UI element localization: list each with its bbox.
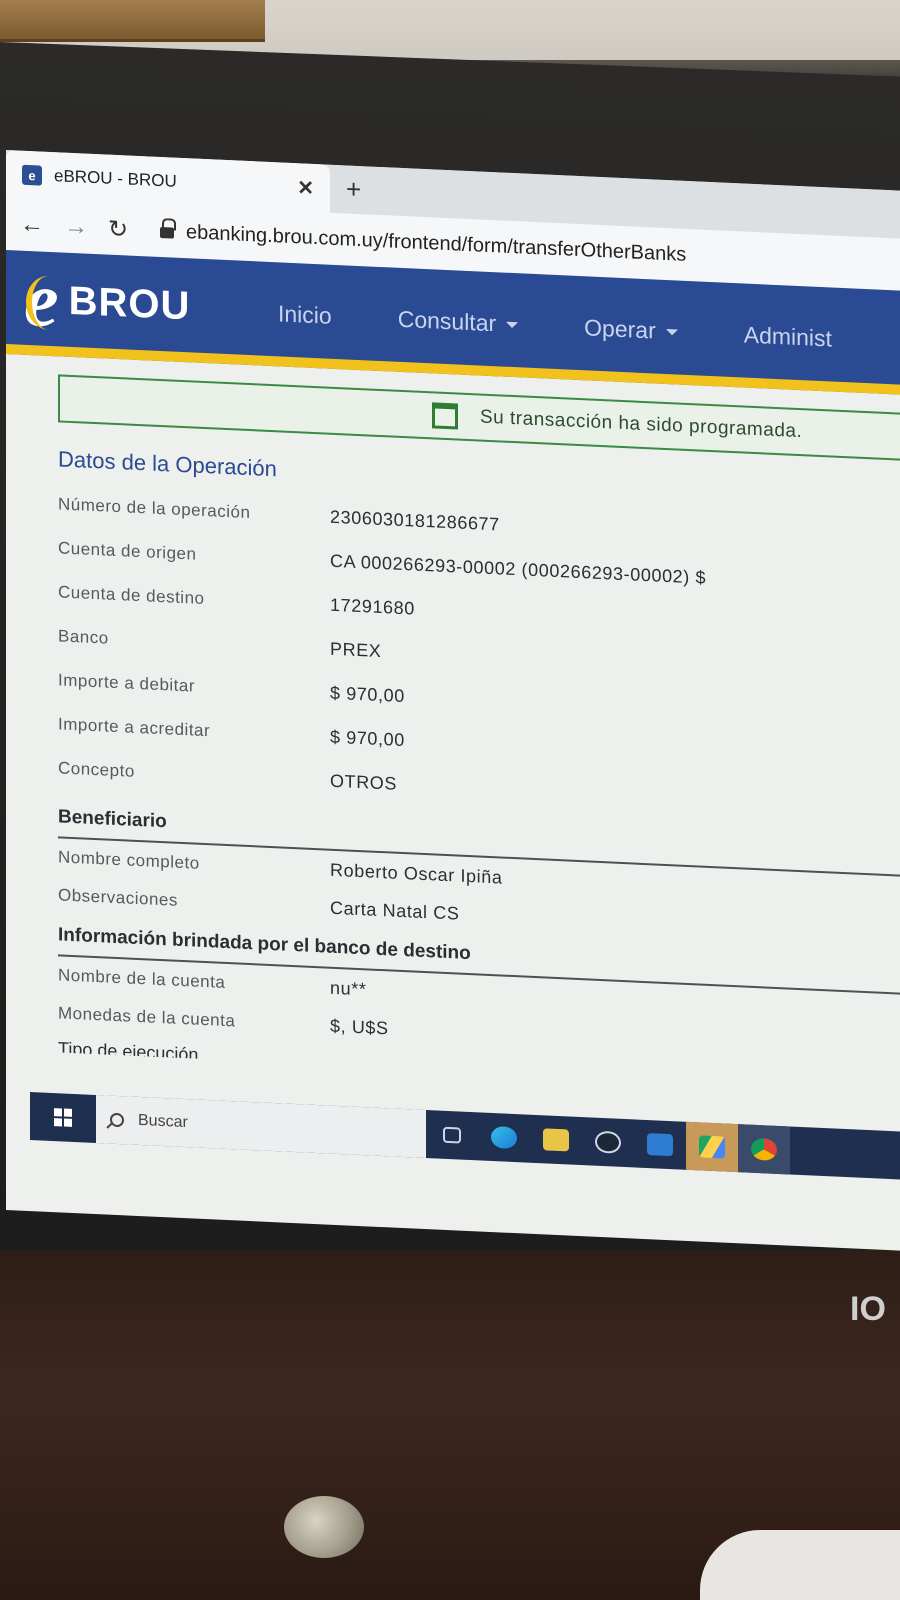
monitor-screen: e eBROU - BROU ✕ + ← → ↻ ebanking.brou.c…	[6, 150, 900, 1251]
new-tab-plus-icon[interactable]: +	[346, 173, 361, 205]
brou-favicon-icon: e	[22, 164, 42, 186]
steam-icon[interactable]	[582, 1117, 634, 1167]
caret-down-icon	[506, 321, 519, 328]
cloth	[700, 1530, 900, 1600]
calendar-icon	[432, 402, 458, 430]
ebrou-logo[interactable]: e BROU	[24, 255, 191, 344]
nav-inicio[interactable]: Inicio	[278, 300, 332, 329]
main-nav: Inicio Consultar Operar Administ	[278, 300, 898, 355]
edge-icon[interactable]	[478, 1112, 530, 1162]
google-drive-icon[interactable]	[686, 1121, 738, 1173]
main-content: Su transacción ha sido programada. Datos…	[6, 354, 900, 1091]
back-arrow-icon[interactable]: ←	[20, 211, 64, 241]
coin	[284, 1496, 364, 1558]
logo-brand: BROU	[68, 278, 191, 328]
mail-icon[interactable]	[634, 1119, 686, 1169]
reload-icon[interactable]: ↻	[108, 214, 152, 245]
nav-administrar[interactable]: Administ	[744, 322, 832, 353]
start-button[interactable]	[30, 1092, 96, 1143]
forward-arrow-icon[interactable]: →	[64, 213, 108, 243]
picture-frame	[0, 0, 265, 42]
file-explorer-icon[interactable]	[530, 1115, 582, 1165]
lock-icon[interactable]	[160, 224, 174, 239]
chrome-icon[interactable]	[738, 1124, 790, 1175]
url-input[interactable]: ebanking.brou.com.uy/frontend/form/trans…	[186, 221, 686, 267]
logo-e-mark: e	[24, 255, 72, 343]
monitor-brand-label: IO	[850, 1290, 886, 1328]
search-icon	[110, 1112, 124, 1128]
task-view-icon[interactable]	[426, 1110, 478, 1160]
nav-consultar[interactable]: Consultar	[398, 306, 519, 338]
caret-down-icon	[665, 328, 678, 336]
nav-operar[interactable]: Operar	[584, 314, 678, 345]
alert-message: Su transacción ha sido programada.	[480, 406, 803, 443]
windows-logo-icon	[54, 1108, 72, 1127]
search-placeholder: Buscar	[138, 1111, 188, 1132]
tab-title: eBROU - BROU	[54, 166, 177, 191]
close-tab-icon[interactable]: ✕	[297, 175, 314, 201]
